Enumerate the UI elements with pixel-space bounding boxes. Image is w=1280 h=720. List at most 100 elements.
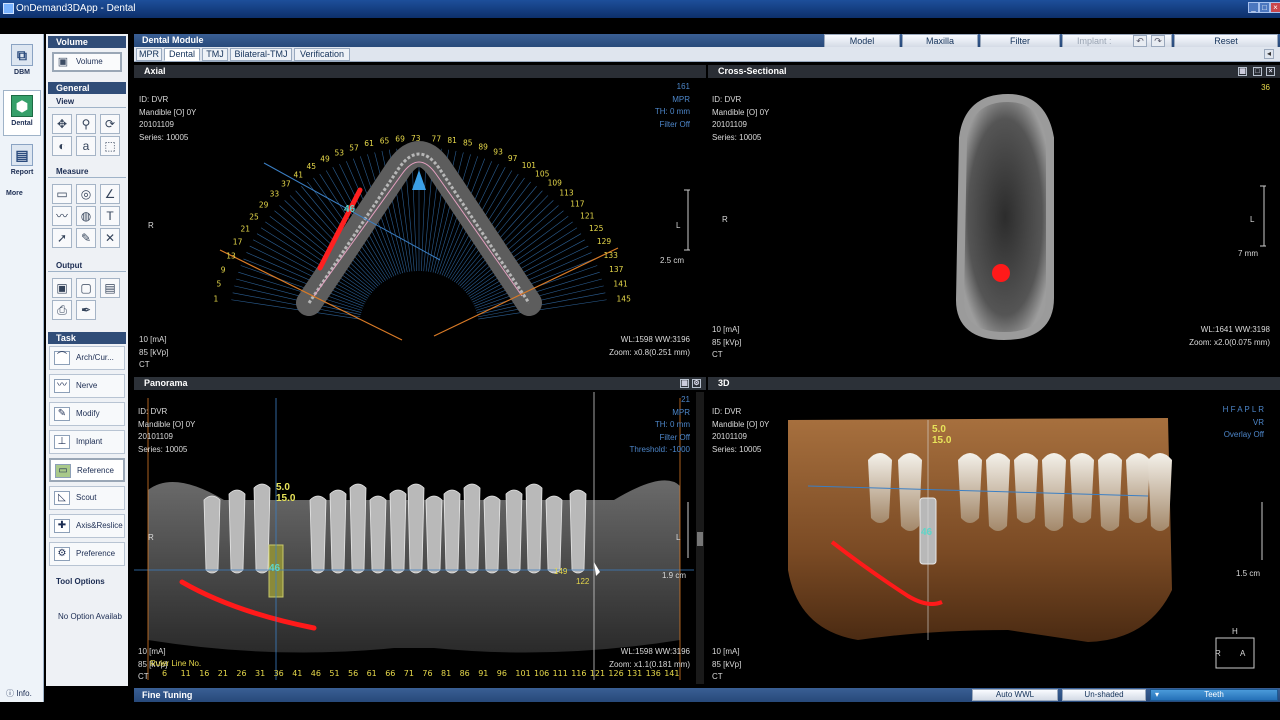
pen-icon[interactable]: ✒ (76, 300, 96, 320)
layout-icon[interactable]: ▦ (1238, 67, 1247, 76)
module-sidebar: ⧉ DBM ⬢ Dental ▤ Report More (0, 34, 44, 720)
dental-button[interactable]: ⬢ Dental (3, 90, 41, 136)
report-button[interactable]: ▤ Report (3, 140, 41, 186)
panorama-ruler: 6 11 16 21 26 31 36 41 46 51 56 61 66 71 76 81 86 91 96 101… (162, 669, 682, 681)
task-nerve[interactable]: 〰 Nerve (49, 374, 125, 398)
cross-sectional-view[interactable]: ID: DVR Mandible [O] 0Y 20101109 Series:… (708, 78, 1280, 374)
maxilla-button[interactable]: Maxilla (902, 34, 978, 48)
ruler-number: 11 (180, 669, 191, 678)
panorama-scrollbar[interactable] (696, 392, 704, 684)
unshaded-button[interactable]: Un-shaded (1062, 689, 1146, 701)
volume-section-header[interactable]: Volume (48, 36, 126, 48)
tab-mpr[interactable]: MPR (136, 48, 162, 61)
close-view-icon[interactable]: × (1266, 67, 1275, 76)
module-tab-bar: MPR Dental TMJ Bilateral-TMJ Verificatio… (134, 47, 1280, 62)
maximize-button[interactable]: □ (1259, 2, 1270, 13)
capture-icon[interactable]: ▣ (52, 278, 72, 298)
task-modify[interactable]: ✎ Modify (49, 402, 125, 426)
axial-arch-number: 89 (478, 143, 488, 152)
print-icon[interactable]: ⎙ (52, 300, 72, 320)
task-preference[interactable]: ⚙ Preference (49, 542, 125, 566)
panorama-header: Panorama ▦ ⚙ (134, 377, 706, 390)
cross-scale-label: 7 mm (1238, 249, 1258, 258)
scroll-left-icon[interactable]: ◂ (1264, 49, 1274, 59)
axial-arch-number: 49 (320, 155, 330, 164)
export-icon[interactable]: ▤ (100, 278, 120, 298)
panorama-view[interactable]: ID: DVR Mandible [O] 0Y 20101109 Series:… (134, 390, 706, 686)
close-button[interactable]: × (1270, 2, 1280, 13)
delete-icon[interactable]: ✕ (100, 228, 120, 248)
save-image-icon[interactable]: ▢ (76, 278, 96, 298)
teeth-button[interactable]: ▾ Teeth (1150, 689, 1278, 701)
auto-icon[interactable]: a (76, 136, 96, 156)
window-level-icon[interactable]: ◐ (52, 136, 72, 156)
reference-icon: ▭ (55, 464, 71, 478)
three-d-view[interactable]: ID: DVR Mandible [O] 0Y 20101109 Series:… (708, 390, 1280, 686)
tab-tmj[interactable]: TMJ (202, 48, 228, 61)
redo-icon[interactable]: ↷ (1151, 35, 1165, 47)
panorama-position-122: 122 (576, 577, 590, 586)
tab-verification[interactable]: Verification (294, 48, 350, 61)
dbm-button[interactable]: ⧉ DBM (3, 40, 41, 86)
task-implant[interactable]: ⊥ Implant (49, 430, 125, 454)
orientation-cube-h[interactable]: H (1232, 626, 1238, 639)
axial-arch-number: 117 (570, 200, 585, 209)
filter-button[interactable]: Filter (980, 34, 1060, 48)
axial-view[interactable]: 1 5 9 13 17 21 25 29 33 37 41 45 49 53 57 61 65 69 73 77 81 8… (134, 78, 706, 374)
three-d-tooth (958, 453, 982, 523)
axial-arch-number: 25 (249, 212, 259, 221)
arch-icon: ⌒ (54, 351, 70, 365)
axial-arch-number: 125 (589, 224, 604, 233)
reset-button[interactable]: Reset (1174, 34, 1278, 48)
minimize-button[interactable]: _ (1248, 2, 1259, 13)
arrow-icon[interactable]: ➚ (52, 228, 72, 248)
volume-button[interactable]: ▣ Volume (52, 52, 122, 72)
more-button[interactable]: More (6, 190, 23, 197)
maximize-view-icon[interactable]: □ (1253, 67, 1262, 76)
axial-scale-label: 2.5 cm (660, 256, 685, 265)
task-section-header[interactable]: Task (48, 332, 126, 344)
panorama-tooth-marker: 46 (269, 563, 281, 574)
scrollbar-thumb[interactable] (697, 532, 703, 546)
panorama-tooth (369, 495, 387, 574)
axial-arch-number: 73 (411, 134, 421, 143)
orientation-cube-a[interactable]: A (1240, 648, 1245, 661)
axial-arch-number: 41 (293, 170, 303, 179)
angle-icon[interactable]: ∠ (100, 184, 120, 204)
ruler-number: 131 (627, 669, 643, 678)
roi-icon[interactable]: ◍ (76, 206, 96, 226)
text-icon[interactable]: T (100, 206, 120, 226)
volume-icon: ▣ (57, 56, 69, 68)
undo-icon[interactable]: ↶ (1133, 35, 1147, 47)
axial-arch-number: 145 (617, 294, 632, 303)
info-button[interactable]: ⓘ Info. (6, 688, 32, 699)
task-reference[interactable]: ▭ Reference (49, 458, 125, 482)
tab-bilateral-tmj[interactable]: Bilateral-TMJ (230, 48, 292, 61)
ruler-icon[interactable]: ▭ (52, 184, 72, 204)
draw-icon[interactable]: ✎ (76, 228, 96, 248)
model-button[interactable]: Model (824, 34, 900, 48)
settings-icon[interactable]: ⚙ (692, 379, 701, 388)
task-scout[interactable]: ◺ Scout (49, 486, 125, 510)
axial-arch-number: 105 (535, 169, 550, 178)
layout-icon[interactable]: ▦ (680, 379, 689, 388)
fine-tuning-label[interactable]: Fine Tuning (142, 690, 192, 700)
three-d-tooth (1070, 453, 1094, 523)
general-section-header[interactable]: General (48, 82, 126, 94)
auto-wwl-button[interactable]: Auto WWL (972, 689, 1058, 701)
profile-icon[interactable]: 〰 (52, 206, 72, 226)
tab-dental[interactable]: Dental (164, 48, 200, 61)
task-axis-reslice[interactable]: ✚ Axis&Reslice (49, 514, 125, 538)
pan-icon[interactable]: ✥ (52, 114, 72, 134)
area-icon[interactable]: ◎ (76, 184, 96, 204)
orientation-cube-r[interactable]: R (1215, 648, 1221, 661)
zoom-icon[interactable]: ⚲ (76, 114, 96, 134)
scout-icon: ◺ (54, 491, 70, 505)
cross-acquisition-info: 10 [mA] 85 [kVp] CT (712, 325, 742, 359)
rotate-icon[interactable]: ⟳ (100, 114, 120, 134)
printer-icon: ▤ (11, 144, 33, 166)
task-arch-curve[interactable]: ⌒ Arch/Cur... (49, 346, 125, 370)
ruler-number: 56 (348, 669, 359, 678)
fit-icon[interactable]: ⬚ (100, 136, 120, 156)
panorama-tooth (228, 489, 246, 574)
